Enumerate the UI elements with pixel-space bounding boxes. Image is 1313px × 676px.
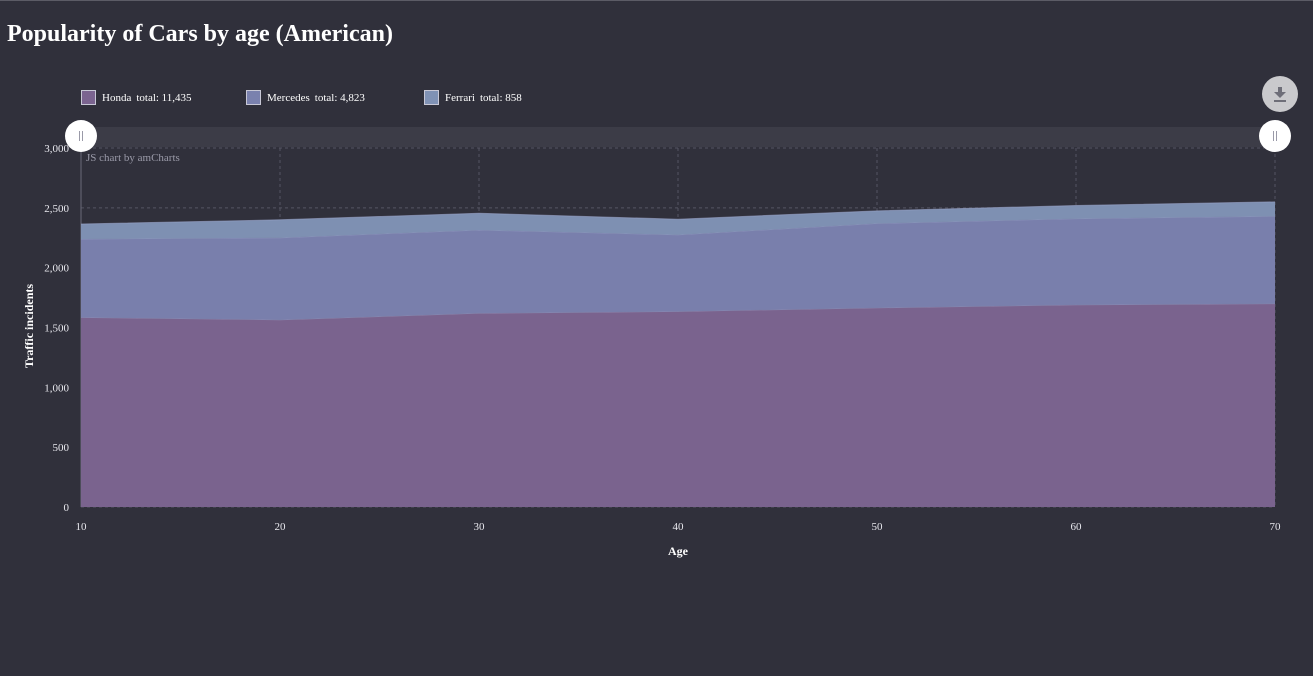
chart-credit: JS chart by amCharts [86, 152, 180, 164]
x-tick-label: 10 [76, 521, 88, 533]
series-areas [80, 201, 1276, 507]
y-tick-label: 1,000 [44, 382, 69, 394]
y-axis-ticks: 0 500 1,000 1,500 2,000 2,500 3,000 [44, 143, 69, 514]
y-tick-label: 0 [64, 502, 70, 514]
scrollbar-grip-right[interactable] [1259, 120, 1291, 152]
area-honda[interactable] [81, 303, 1275, 507]
chart: 0 500 1,000 1,500 2,000 2,500 3,000 10 20 30 40 50… [22, 120, 1291, 558]
scrollbar-track[interactable] [81, 127, 1275, 147]
x-axis-title: Age [668, 544, 689, 558]
y-axis-title: Traffic incidents [22, 284, 36, 368]
x-tick-label: 20 [275, 521, 287, 533]
y-tick-label: 1,500 [44, 323, 69, 335]
x-tick-label: 30 [474, 521, 486, 533]
x-axis-ticks: 10 20 30 40 50 60 70 [76, 521, 1282, 533]
x-tick-label: 40 [673, 521, 685, 533]
x-tick-label: 70 [1270, 521, 1282, 533]
y-tick-label: 500 [53, 442, 70, 454]
x-tick-label: 60 [1071, 521, 1083, 533]
y-tick-label: 2,500 [44, 203, 69, 215]
y-tick-label: 2,000 [44, 263, 69, 275]
x-tick-label: 50 [872, 521, 884, 533]
scrollbar-grip-left[interactable] [65, 120, 97, 152]
y-tick-label: 3,000 [44, 143, 69, 155]
